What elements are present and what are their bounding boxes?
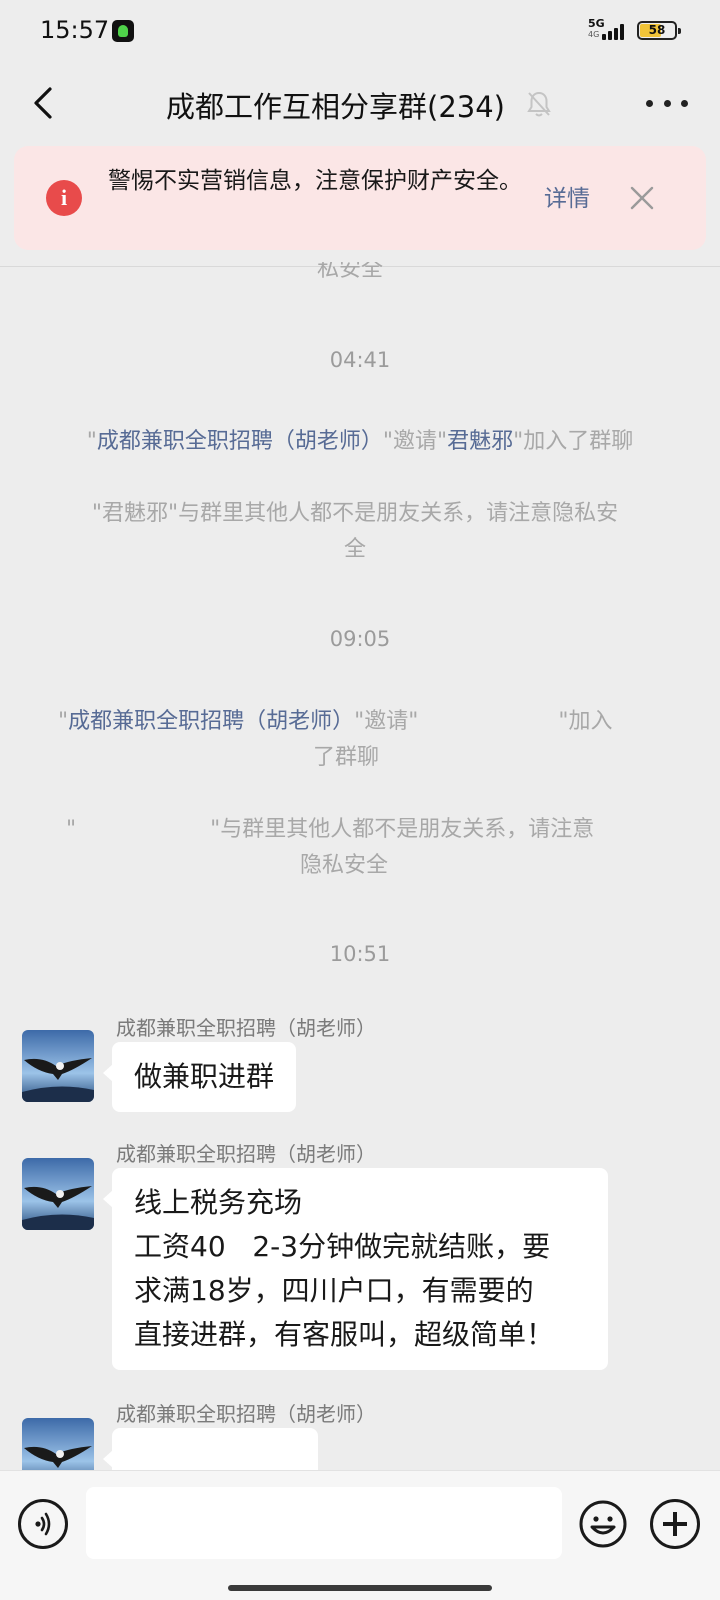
battery-icon: 58 <box>637 21 681 40</box>
close-icon[interactable] <box>624 180 660 216</box>
battery-level: 58 <box>648 23 666 37</box>
chevron-left-icon <box>34 87 52 119</box>
status-bar: 15:57 5G 4G 58 <box>0 0 720 62</box>
back-button[interactable] <box>22 80 68 126</box>
timestamp: 04:41 <box>329 348 391 372</box>
invitee-link[interactable]: 君魅邪 <box>447 429 513 454</box>
eagle-avatar-image <box>22 1158 94 1230</box>
sender-name: 成都兼职全职招聘（胡老师） <box>116 1402 376 1426</box>
input-bar <box>0 1470 720 1600</box>
message-text: 做兼职进群 <box>134 1060 275 1093</box>
sender-name: 成都兼职全职招聘（胡老师） <box>116 1142 376 1166</box>
system-privacy-notice: "君魅邪"与群里其他人都不是朋友关系，请注意隐私安 全 <box>91 501 619 562</box>
avatar[interactable] <box>22 1418 94 1470</box>
message-bubble[interactable]: 做兼职进群 <box>102 1042 297 1112</box>
message-text: 直接进群，有客服叫，超级简单！ <box>134 1318 555 1351</box>
signal-icon <box>602 22 628 40</box>
timestamp: 10:51 <box>329 942 391 966</box>
security-warning-banner: i 警惕不实营销信息，注意保护财产安全。 详情 <box>14 146 706 250</box>
message-text: 工资40 2-3分钟做完就结账，要 <box>134 1230 551 1263</box>
system-invite-message: "成都兼职全职招聘（胡老师）"邀请" "加入 了群聊 <box>58 709 613 770</box>
avatar[interactable] <box>22 1158 94 1230</box>
bell-mute-icon <box>526 90 552 118</box>
status-time: 15:57 <box>40 16 110 44</box>
chat-title: 成都工作互相分享群(234) <box>166 90 505 124</box>
details-link[interactable]: 详情 <box>544 179 590 213</box>
system-message-fragment: 私安全 <box>316 262 383 282</box>
message-list[interactable]: 私安全 04:41 "成都兼职全职招聘（胡老师）"邀请"君魅邪"加入了群聊 "君… <box>0 262 720 1470</box>
warning-text: 警惕不实营销信息，注意保护财产安全。 <box>108 168 522 194</box>
avatar[interactable] <box>22 1030 94 1102</box>
message-bubble[interactable] <box>103 1428 318 1470</box>
message-text: 求满18岁，四川户口，有需要的 <box>134 1274 534 1307</box>
message-input[interactable] <box>86 1487 562 1559</box>
eagle-avatar-image <box>22 1030 94 1102</box>
plus-icon[interactable] <box>650 1499 700 1549</box>
system-privacy-notice: " "与群里其他人都不是朋友关系，请注意 隐私安全 <box>66 817 595 878</box>
message-text: 线上税务充场 <box>134 1186 303 1219</box>
app-notification-icon <box>112 20 134 42</box>
more-dots-icon[interactable] <box>642 88 692 118</box>
info-icon: i <box>46 180 82 216</box>
sender-name: 成都兼职全职招聘（胡老师） <box>116 1016 376 1040</box>
home-indicator[interactable] <box>228 1585 492 1591</box>
timestamp: 09:05 <box>329 627 391 651</box>
inviter-link[interactable]: 成都兼职全职招聘（胡老师） <box>97 429 383 454</box>
chat-header: 成都工作互相分享群(234) <box>0 62 720 142</box>
emoji-icon[interactable] <box>578 1499 628 1549</box>
voice-icon[interactable] <box>18 1499 68 1549</box>
system-invite-message: "成都兼职全职招聘（胡老师）"邀请"君魅邪"加入了群聊 <box>86 429 634 454</box>
message-bubble[interactable]: 线上税务充场 工资40 2-3分钟做完就结账，要 求满18岁，四川户口，有需要的… <box>103 1168 608 1370</box>
eagle-avatar-image <box>22 1418 94 1470</box>
inviter-link[interactable]: 成都兼职全职招聘（胡老师） <box>68 709 354 734</box>
